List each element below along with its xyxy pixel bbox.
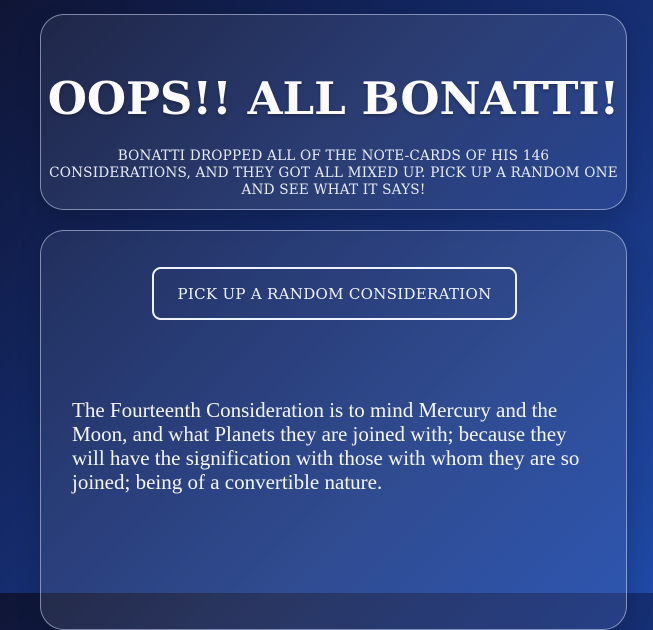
consideration-text: The Fourteenth Consideration is to mind … [72,398,580,494]
page-subtitle: BONATTI DROPPED ALL OF THE NOTE-CARDS OF… [49,148,618,198]
consideration-card: PICK UP A RANDOM CONSIDERATION The Fourt… [40,230,627,630]
random-consideration-button[interactable]: PICK UP A RANDOM CONSIDERATION [152,267,517,320]
header-card: OOPS!! ALL BONATTI! BONATTI DROPPED ALL … [40,14,627,210]
page-title: OOPS!! ALL BONATTI! [47,72,620,125]
